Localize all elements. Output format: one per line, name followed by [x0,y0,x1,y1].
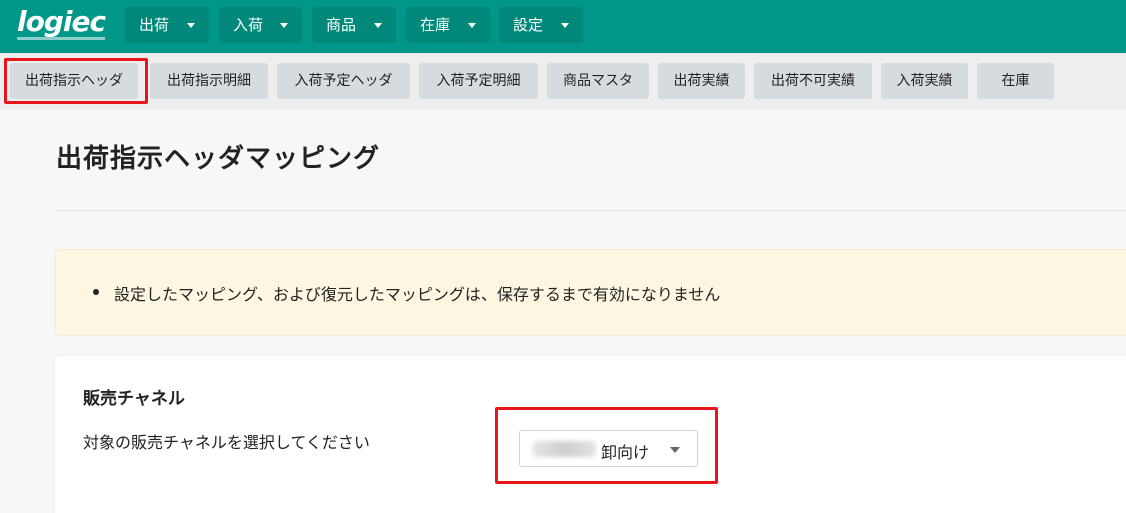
logo-underline [17,37,105,40]
nav-menu-settings[interactable]: 設定 [499,7,583,43]
nav-menu-label: 商品 [326,16,357,34]
tab-unshippable-results[interactable]: 出荷不可実績 [754,63,872,99]
tab-receiving-results[interactable]: 入荷実績 [881,63,968,99]
notice-text: 設定したマッピング、および復元したマッピングは、保存するまで有効になりません [114,285,721,304]
sales-channel-card: 販売チャネル 対象の販売チャネルを選択してください 卸向け [55,356,1126,513]
logo-text: logiec [17,5,106,38]
nav-menu-label: 設定 [513,16,544,34]
card-title: 販売チャネル [83,389,185,409]
redacted-text [532,441,596,457]
channel-select-label: 対象の販売チャネルを選択してください [83,433,370,452]
chevron-down-icon [374,23,382,28]
nav-menu-inventory[interactable]: 在庫 [406,7,490,43]
chevron-down-icon [187,23,195,28]
nav-menu-label: 出荷 [139,16,170,34]
tab-shipping-order-detail[interactable]: 出荷指示明細 [150,63,268,99]
nav-menu-label: 在庫 [420,16,451,34]
nav-menu-label: 入荷 [233,16,264,34]
tab-receiving-plan-header[interactable]: 入荷予定ヘッダ [277,63,410,99]
notice-alert: 設定したマッピング、および復元したマッピングは、保存するまで有効になりません [55,249,1126,336]
chevron-down-icon [280,23,288,28]
nav-menu-shipping[interactable]: 出荷 [125,7,209,43]
select-value: 卸向け [601,443,650,462]
nav-menu-products[interactable]: 商品 [312,7,396,43]
tab-product-master[interactable]: 商品マスタ [547,63,649,99]
chevron-down-icon [670,447,680,453]
top-navbar: logiec 出荷 入荷 商品 在庫 設定 [0,0,1126,53]
tab-shipping-results[interactable]: 出荷実績 [658,63,745,99]
tab-inventory[interactable]: 在庫 [977,63,1054,99]
chevron-down-icon [561,23,569,28]
tab-shipping-order-header[interactable]: 出荷指示ヘッダ [10,63,138,99]
bullet-icon [93,289,99,295]
chevron-down-icon [468,23,476,28]
nav-menu-receiving[interactable]: 入荷 [219,7,302,43]
page-title: 出荷指示ヘッダマッピング [56,144,381,174]
logo[interactable]: logiec [17,7,107,43]
tab-receiving-plan-detail[interactable]: 入荷予定明細 [419,63,538,99]
mapping-tabs-bar: 出荷指示ヘッダ 出荷指示明細 入荷予定ヘッダ 入荷予定明細 商品マスタ 出荷実績… [0,53,1126,109]
title-divider [56,210,1126,211]
sales-channel-select[interactable]: 卸向け [519,430,698,467]
